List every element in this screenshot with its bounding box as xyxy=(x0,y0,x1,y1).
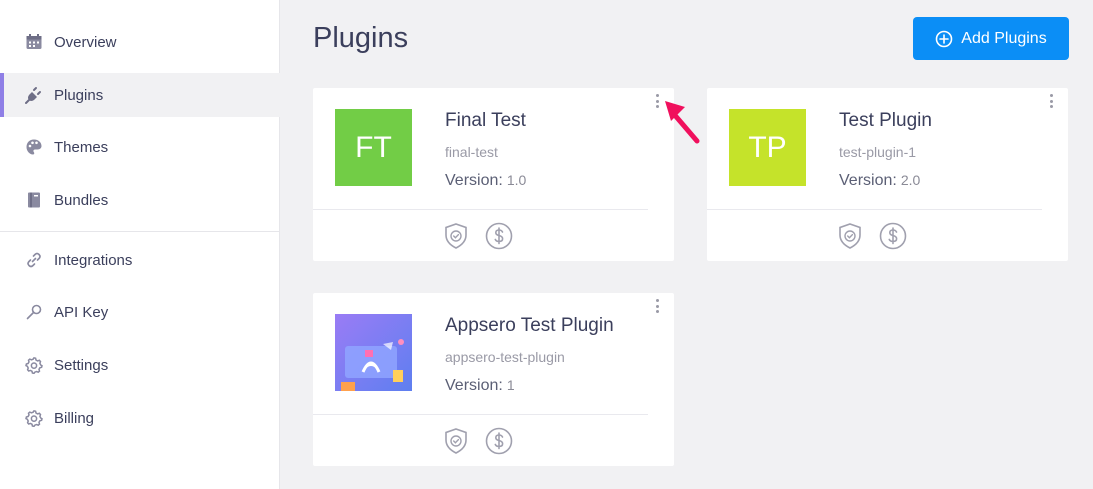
plugin-card[interactable]: TP Test Plugin test-plugin-1 Version: 2.0 xyxy=(707,88,1068,261)
version-number: 1 xyxy=(506,377,515,393)
sidebar: Overview Plugins Themes Bundles Integrat… xyxy=(0,0,280,489)
sidebar-item-label: Overview xyxy=(54,33,117,51)
version-label: Version: xyxy=(445,377,503,394)
dollar-circle-icon[interactable] xyxy=(484,221,513,250)
sidebar-item-label: Integrations xyxy=(54,251,133,269)
more-options-icon[interactable] xyxy=(1046,94,1056,108)
sidebar-item-integrations[interactable]: Integrations xyxy=(0,238,280,282)
plugin-thumbnail-image xyxy=(335,314,412,391)
sidebar-item-label: Settings xyxy=(54,356,109,374)
license-shield-icon[interactable] xyxy=(835,221,864,250)
plugin-slug: final-test xyxy=(445,144,498,160)
sidebar-item-api-key[interactable]: API Key xyxy=(0,290,280,334)
link-icon xyxy=(24,250,44,270)
palette-icon xyxy=(24,137,44,157)
key-icon xyxy=(24,302,44,322)
gear-icon xyxy=(24,408,44,428)
sidebar-item-billing[interactable]: Billing xyxy=(0,396,280,440)
add-plugins-button[interactable]: Add Plugins xyxy=(913,17,1069,60)
sidebar-item-settings[interactable]: Settings xyxy=(0,343,280,387)
sidebar-item-overview[interactable]: Overview xyxy=(0,20,280,64)
more-options-icon[interactable] xyxy=(652,299,662,313)
sidebar-item-themes[interactable]: Themes xyxy=(0,125,280,169)
plugin-initials: FT xyxy=(355,130,392,164)
plugin-name[interactable]: Test Plugin xyxy=(839,110,932,132)
sidebar-item-label: Plugins xyxy=(54,86,104,104)
card-divider xyxy=(313,209,648,210)
add-plugins-label: Add Plugins xyxy=(961,29,1047,47)
version-number: 1.0 xyxy=(506,172,527,188)
plugin-avatar: FT xyxy=(335,109,412,186)
gear-icon xyxy=(24,355,44,375)
sidebar-item-label: Themes xyxy=(54,138,109,156)
dollar-circle-icon[interactable] xyxy=(878,221,907,250)
sidebar-item-label: Bundles xyxy=(54,191,109,209)
sidebar-item-label: Billing xyxy=(54,409,95,427)
version-label: Version: xyxy=(839,172,897,189)
plugin-name[interactable]: Appsero Test Plugin xyxy=(445,315,614,337)
plugin-version: Version: 1 xyxy=(445,377,614,395)
book-icon xyxy=(24,190,44,210)
annotation-arrow-icon xyxy=(665,101,700,144)
card-divider xyxy=(707,209,1042,210)
sidebar-divider xyxy=(0,231,280,232)
plus-circle-icon xyxy=(935,30,953,48)
card-divider xyxy=(313,414,648,415)
license-shield-icon[interactable] xyxy=(441,426,470,455)
plugin-slug: test-plugin-1 xyxy=(839,144,917,160)
plugin-version: Version: 2.0 xyxy=(839,172,932,190)
sidebar-item-plugins[interactable]: Plugins xyxy=(0,73,280,117)
license-shield-icon[interactable] xyxy=(441,221,470,250)
plugin-initials: TP xyxy=(748,130,787,164)
plugin-card[interactable]: Appsero Test Plugin appsero-test-plugin … xyxy=(313,293,674,466)
version-number: 2.0 xyxy=(900,172,921,188)
plugin-version: Version: 1.0 xyxy=(445,172,526,190)
sidebar-item-bundles[interactable]: Bundles xyxy=(0,178,280,222)
page-title: Plugins xyxy=(313,22,409,54)
plugin-slug: appsero-test-plugin xyxy=(445,349,565,365)
plugin-avatar: TP xyxy=(729,109,806,186)
plugin-name[interactable]: Final Test xyxy=(445,110,526,132)
plug-icon xyxy=(24,85,44,105)
calendar-icon xyxy=(24,32,44,52)
dollar-circle-icon[interactable] xyxy=(484,426,513,455)
plugin-card[interactable]: FT Final Test final-test Version: 1.0 xyxy=(313,88,674,261)
sidebar-item-label: API Key xyxy=(54,303,109,321)
version-label: Version: xyxy=(445,172,503,189)
